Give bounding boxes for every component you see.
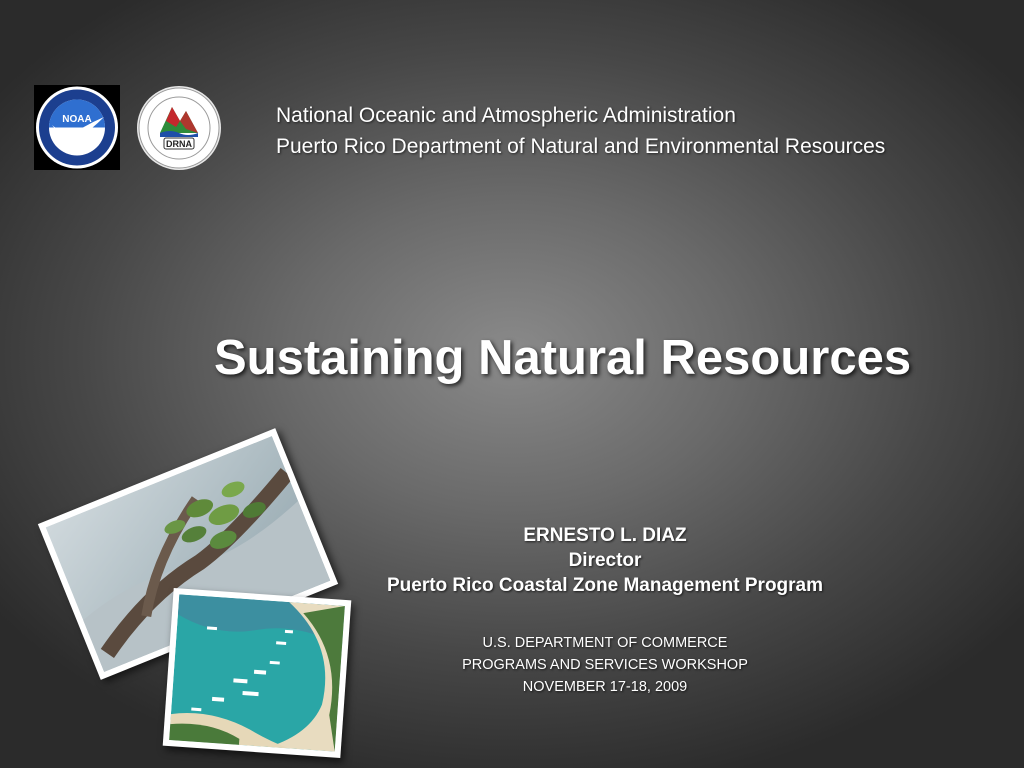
event-block: U.S. DEPARTMENT OF COMMERCE PROGRAMS AND… (380, 632, 830, 698)
event-date: NOVEMBER 17-18, 2009 (522, 679, 688, 695)
bay-photo (162, 587, 352, 759)
drna-logo: DRNA (136, 85, 222, 171)
slide: NOAA DRNA National Oceanic and Atmospher… (0, 0, 1024, 768)
drna-logo-text: DRNA (166, 139, 192, 149)
event-host: U.S. DEPARTMENT OF COMMERCE (482, 635, 728, 651)
bay-boats-image (169, 594, 345, 752)
noaa-logo: NOAA (34, 85, 120, 170)
presenter-name: ERNESTO L. DIAZ (523, 525, 687, 546)
event-name: PROGRAMS AND SERVICES WORKSHOP (462, 657, 748, 673)
noaa-logo-text: NOAA (62, 114, 91, 125)
agency-line-drna: Puerto Rico Department of Natural and En… (276, 135, 886, 158)
presenter-block: ERNESTO L. DIAZ Director Puerto Rico Coa… (330, 523, 880, 598)
presenter-role: Director (568, 550, 642, 571)
noaa-seal-icon: NOAA (34, 85, 120, 170)
slide-title: Sustaining Natural Resources (214, 331, 912, 385)
agency-line-noaa: National Oceanic and Atmospheric Adminis… (276, 104, 736, 127)
drna-seal-icon: DRNA (137, 86, 221, 170)
agency-header: National Oceanic and Atmospheric Adminis… (276, 100, 885, 162)
presenter-organization: Puerto Rico Coastal Zone Management Prog… (386, 575, 824, 596)
